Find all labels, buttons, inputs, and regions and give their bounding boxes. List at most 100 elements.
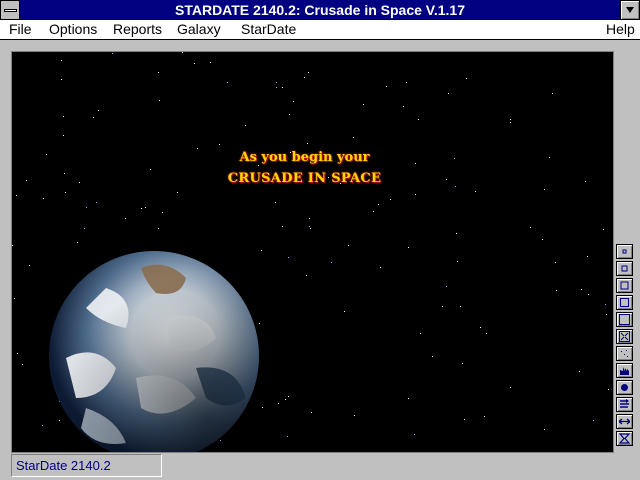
star xyxy=(17,353,18,354)
star xyxy=(177,192,178,193)
star xyxy=(287,436,288,437)
star xyxy=(588,294,589,295)
small-square-icon[interactable] xyxy=(616,261,633,276)
star xyxy=(63,135,64,136)
space-view[interactable]: As you begin your CRUSADE IN SPACE xyxy=(11,51,614,453)
menu-options[interactable]: Options xyxy=(49,20,97,39)
star xyxy=(603,229,604,230)
star xyxy=(309,226,310,227)
system-menu-button[interactable] xyxy=(0,0,20,20)
menu-reports[interactable]: Reports xyxy=(113,20,162,39)
star xyxy=(61,60,62,61)
window-title: STARDATE 2140.2: Crusade in Space V.1.17 xyxy=(175,2,465,18)
star xyxy=(579,371,580,372)
star xyxy=(386,86,387,87)
star xyxy=(418,119,419,120)
star xyxy=(344,311,345,312)
star xyxy=(605,304,606,305)
star xyxy=(390,199,391,200)
intro-line-2: CRUSADE IN SPACE xyxy=(227,171,382,186)
large-square-icon[interactable] xyxy=(616,295,633,310)
star xyxy=(542,239,543,240)
star xyxy=(556,290,557,291)
star xyxy=(432,356,433,357)
move-icon[interactable] xyxy=(616,414,633,429)
star xyxy=(308,72,309,73)
star xyxy=(22,364,23,365)
star xyxy=(608,389,609,390)
star xyxy=(14,298,15,299)
star xyxy=(276,87,277,88)
star xyxy=(77,242,78,243)
star xyxy=(446,286,447,287)
star xyxy=(219,144,220,145)
star xyxy=(460,306,461,307)
medium-square-icon[interactable] xyxy=(616,278,633,293)
star xyxy=(61,79,62,80)
star xyxy=(311,412,312,413)
menu-help-label: Help xyxy=(606,21,635,37)
star xyxy=(530,227,531,228)
star xyxy=(197,148,198,149)
star xyxy=(112,53,113,54)
star xyxy=(288,257,289,258)
star xyxy=(150,169,151,170)
star xyxy=(442,306,443,307)
star xyxy=(125,218,126,219)
star xyxy=(414,434,415,435)
star xyxy=(210,62,211,63)
menu-stardate[interactable]: StarDate xyxy=(241,20,296,39)
star xyxy=(462,363,463,364)
star xyxy=(96,202,97,203)
star xyxy=(480,327,481,328)
star xyxy=(354,415,355,416)
star xyxy=(293,101,294,102)
star xyxy=(353,137,354,138)
star xyxy=(245,125,246,126)
star xyxy=(310,228,311,229)
star xyxy=(285,399,286,400)
route-icon[interactable] xyxy=(616,397,633,412)
star xyxy=(29,265,30,266)
star xyxy=(145,207,146,208)
star xyxy=(158,228,159,229)
menu-stardate-label: StarDate xyxy=(241,21,297,37)
star xyxy=(448,93,449,94)
star xyxy=(466,78,467,79)
larger-square-icon[interactable] xyxy=(616,312,633,327)
menu-galaxy[interactable]: Galaxy xyxy=(177,20,221,39)
fleet-icon[interactable] xyxy=(616,363,633,378)
star xyxy=(227,82,228,83)
star xyxy=(510,387,511,388)
minimize-button[interactable] xyxy=(620,0,640,20)
star xyxy=(581,289,582,290)
menu-help[interactable]: Help xyxy=(606,20,635,39)
star xyxy=(587,256,588,257)
star xyxy=(98,110,99,111)
star xyxy=(65,192,66,193)
star xyxy=(348,245,349,246)
menu-file[interactable]: File xyxy=(9,20,32,39)
star xyxy=(141,208,142,209)
hourglass-icon[interactable] xyxy=(616,431,633,446)
planet-icon[interactable] xyxy=(616,380,633,395)
star xyxy=(475,191,476,192)
status-bar: StarDate 2140.2 xyxy=(11,454,162,477)
star xyxy=(486,333,487,334)
menu-file-label: File xyxy=(9,21,32,37)
stars-icon[interactable] xyxy=(616,346,633,361)
star xyxy=(555,262,556,263)
star xyxy=(378,204,379,205)
star xyxy=(484,416,485,417)
star xyxy=(304,77,305,78)
star xyxy=(93,117,94,118)
zoom-fit-icon[interactable] xyxy=(616,329,633,344)
star xyxy=(43,198,44,199)
star xyxy=(606,314,607,315)
star xyxy=(194,63,195,64)
tiny-square-icon[interactable] xyxy=(616,244,633,259)
star xyxy=(331,262,332,263)
star xyxy=(408,398,409,399)
star xyxy=(464,419,465,420)
star xyxy=(278,403,279,404)
